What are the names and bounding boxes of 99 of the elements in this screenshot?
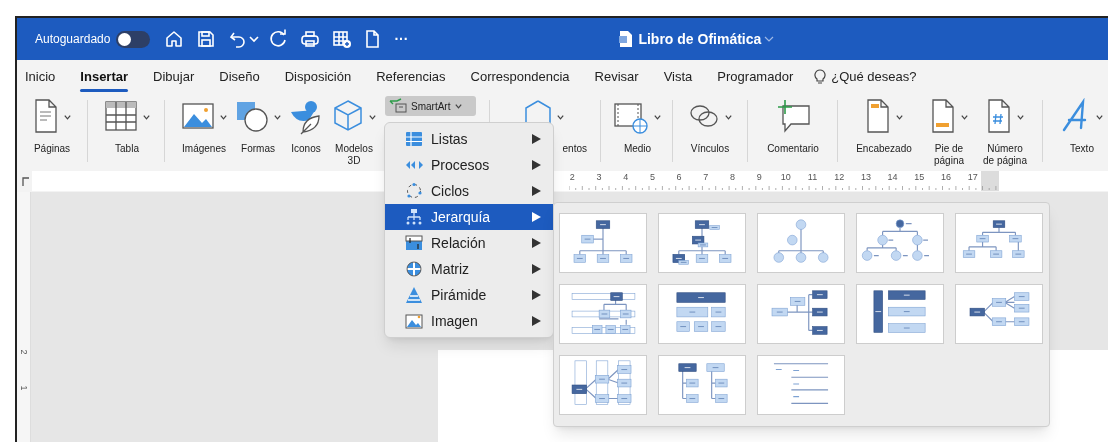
- image-icon: [405, 312, 423, 330]
- chevron-down-icon: [764, 34, 775, 44]
- menu-item[interactable]: Procesos: [385, 152, 553, 178]
- ribbon-button[interactable]: Páginas: [24, 94, 80, 155]
- ribbon-tab[interactable]: Referencias: [376, 60, 446, 94]
- bird-leaf-icon: [289, 98, 323, 136]
- menu-item[interactable]: Pirámide: [385, 282, 553, 308]
- smartart-button[interactable]: SmartArt: [385, 96, 476, 116]
- print-icon: [300, 29, 321, 49]
- save-icon: [196, 29, 217, 49]
- header-icon: [864, 98, 891, 136]
- ruler-number: 11: [806, 171, 819, 183]
- table-add-icon: [332, 29, 353, 49]
- ruler-number: 15: [913, 171, 926, 183]
- menu-item[interactable]: Jerarquía: [385, 204, 553, 230]
- ribbon-tab[interactable]: Revisar: [594, 60, 639, 94]
- ribbon-tab[interactable]: Programador: [717, 60, 794, 94]
- layout-thumbnail[interactable]: [559, 213, 647, 273]
- ruler-number: 5: [648, 171, 656, 183]
- ruler-number: 2: [568, 171, 576, 183]
- ruler-number: 8: [728, 171, 736, 183]
- layout-thumbnail[interactable]: [658, 213, 746, 273]
- submenu-arrow-icon: [531, 186, 541, 196]
- document-icon: [618, 30, 635, 48]
- ruler-number: 1: [18, 385, 29, 391]
- layout-thumbnail[interactable]: [856, 284, 944, 344]
- ruler-number: 12: [833, 171, 846, 183]
- lightbulb-icon: [814, 69, 827, 85]
- redo-icon: [268, 29, 289, 49]
- layout-thumbnail[interactable]: [856, 213, 944, 273]
- ribbon-tab[interactable]: Correspondencia: [470, 60, 570, 94]
- submenu-arrow-icon: [531, 212, 541, 222]
- home-icon: [164, 29, 185, 49]
- page-number-icon: [985, 98, 1012, 136]
- ribbon-tab[interactable]: Disposición: [284, 60, 352, 94]
- menu-item[interactable]: Relación: [385, 230, 553, 256]
- layout-thumbnail[interactable]: [658, 284, 746, 344]
- layout-thumbnail[interactable]: [955, 284, 1043, 344]
- ribbon-button[interactable]: Tabla: [99, 94, 155, 155]
- layout-thumbnail[interactable]: [559, 355, 647, 415]
- layout-thumbnail[interactable]: [757, 355, 845, 415]
- ribbon-button[interactable]: Pie de página: [924, 94, 974, 167]
- ruler-number: 6: [675, 171, 683, 183]
- menu-item[interactable]: Imagen: [385, 308, 553, 334]
- autosave-label: Autoguardado: [35, 31, 111, 48]
- ribbon-button[interactable]: Modelos 3D: [328, 94, 380, 167]
- layout-thumbnail[interactable]: [559, 284, 647, 344]
- layout-thumbnail[interactable]: [757, 284, 845, 344]
- ruler-number: 7: [702, 171, 710, 183]
- menu-item[interactable]: Ciclos: [385, 178, 553, 204]
- menu-item[interactable]: Listas: [385, 126, 553, 152]
- submenu-arrow-icon: [531, 316, 541, 326]
- ribbon-tab[interactable]: Dibujar: [153, 60, 195, 94]
- submenu-arrow-icon: [531, 160, 541, 170]
- layout-thumbnail[interactable]: [955, 213, 1043, 273]
- submenu-arrow-icon: [531, 264, 541, 274]
- tell-me-label[interactable]: ¿Qué deseas?: [831, 67, 917, 87]
- ribbon-tab[interactable]: Vista: [663, 60, 693, 94]
- hierarchy-icon: [405, 208, 423, 226]
- submenu-arrow-icon: [531, 290, 541, 300]
- cycle-icon: [405, 182, 423, 200]
- layout-thumbnail[interactable]: [658, 355, 746, 415]
- tab-stop-icon: [21, 176, 31, 186]
- ruler-number: 4: [622, 171, 630, 183]
- list-icon: [405, 130, 423, 148]
- relation-icon: [405, 234, 423, 252]
- ribbon-tab[interactable]: Inicio: [25, 60, 56, 94]
- ruler-number: 16: [939, 171, 952, 183]
- ribbon-button[interactable]: Vínculos: [682, 94, 738, 155]
- submenu-arrow-icon: [531, 134, 541, 144]
- ribbon-tab[interactable]: Insertar: [80, 60, 129, 94]
- layout-thumbnail[interactable]: [757, 213, 845, 273]
- footer-icon: [929, 98, 956, 136]
- pyramid-icon: [405, 286, 423, 304]
- ruler-number: 14: [886, 171, 899, 183]
- ribbon-button[interactable]: Encabezado: [847, 94, 921, 155]
- ribbon-button[interactable]: Imágenes: [177, 94, 231, 155]
- ruler-number: 2: [18, 349, 29, 355]
- ruler-number: 9: [755, 171, 763, 183]
- smartart-icon: [389, 98, 407, 114]
- ribbon-button[interactable]: Medio: [610, 94, 665, 155]
- window-title: Libro de Ofimática: [638, 29, 762, 49]
- comment-icon: [775, 98, 811, 136]
- ribbon-button[interactable]: Iconos: [286, 94, 326, 155]
- matrix-icon: [405, 260, 423, 278]
- ruler-number: 17: [966, 171, 979, 183]
- ruler-number: 3: [595, 171, 603, 183]
- ruler-number: 10: [779, 171, 792, 183]
- ribbon-button[interactable]: Comentario: [757, 94, 829, 155]
- submenu-arrow-icon: [531, 238, 541, 248]
- ruler-number: 13: [859, 171, 872, 183]
- ribbon-button[interactable]: Número de página: [977, 94, 1033, 167]
- page-icon: [32, 98, 59, 136]
- autosave-toggle[interactable]: [116, 30, 151, 48]
- ribbon-button[interactable]: Texto: [1057, 94, 1107, 155]
- menu-item[interactable]: Matriz: [385, 256, 553, 282]
- more-button[interactable]: ···: [394, 28, 409, 50]
- ribbon-tab[interactable]: Diseño: [219, 60, 260, 94]
- ribbon-button[interactable]: Formas: [234, 94, 282, 155]
